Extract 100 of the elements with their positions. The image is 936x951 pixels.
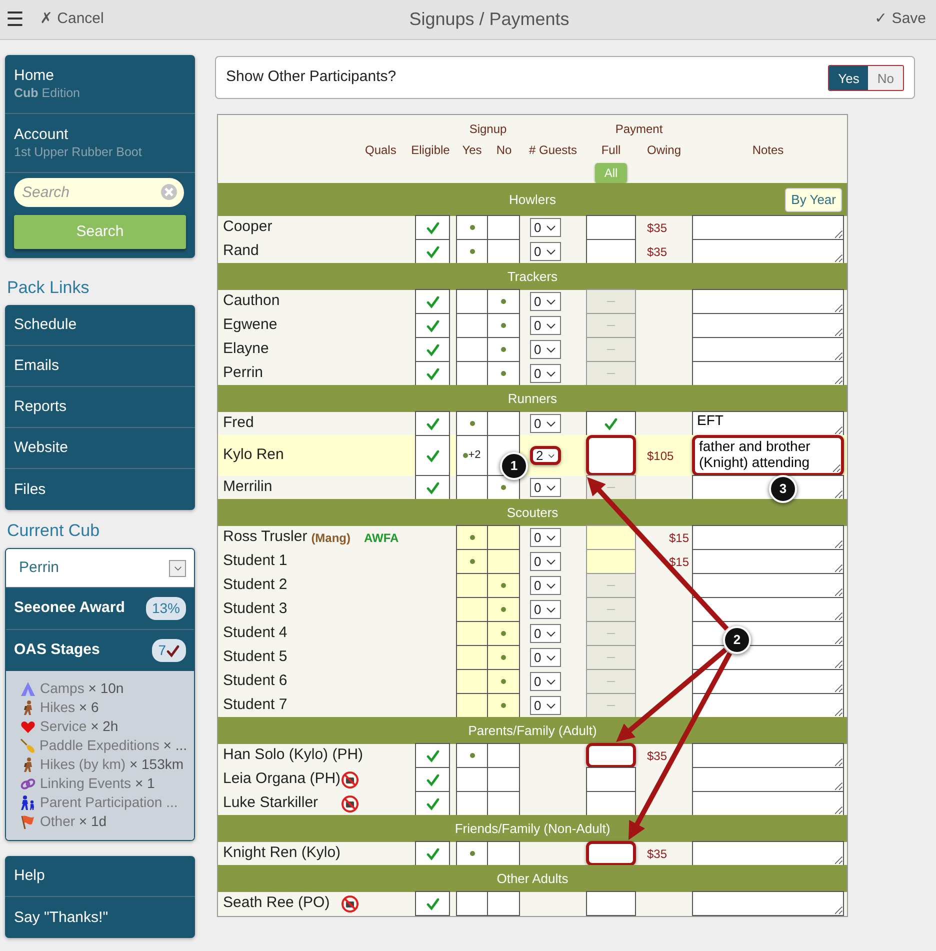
notes-field[interactable]: father and brother (Knight) attending [692, 435, 844, 476]
notes-field[interactable] [692, 337, 844, 362]
signup-cell[interactable] [487, 337, 520, 362]
guests-select[interactable]: 0 [530, 340, 561, 359]
signup-cell[interactable] [456, 289, 488, 314]
payment-cell[interactable] [586, 525, 636, 550]
guests-select[interactable]: 0 [530, 292, 561, 311]
guests-select[interactable]: 0 [530, 624, 561, 643]
menu-item[interactable]: Files [14, 480, 186, 498]
signup-cell[interactable] [456, 891, 488, 916]
signup-cell[interactable] [456, 841, 488, 866]
signup-cell[interactable] [456, 669, 488, 694]
eligible-cell[interactable] [415, 361, 450, 386]
signup-cell[interactable] [456, 743, 488, 768]
guests-select[interactable]: 0 [530, 528, 561, 547]
menu-item[interactable]: Emails [14, 357, 186, 375]
signup-cell[interactable] [456, 313, 488, 338]
notes-field[interactable] [692, 313, 844, 338]
signup-cell[interactable] [487, 411, 520, 436]
signup-cell[interactable] [456, 791, 488, 816]
notes-field[interactable] [692, 525, 844, 550]
notes-field[interactable] [692, 239, 844, 264]
notes-field[interactable] [692, 743, 844, 768]
guests-select[interactable]: 0 [530, 672, 561, 691]
notes-field[interactable] [692, 549, 844, 574]
award-label[interactable]: Seeonee Award [14, 597, 125, 620]
signup-cell[interactable] [487, 791, 520, 816]
signup-cell[interactable] [487, 743, 520, 768]
menu-item[interactable]: Help [14, 867, 186, 885]
signup-cell[interactable] [456, 337, 488, 362]
payment-cell[interactable] [586, 411, 636, 436]
notes-field[interactable] [692, 597, 844, 622]
guests-select[interactable]: 0 [530, 414, 561, 433]
eligible-cell[interactable] [415, 435, 450, 476]
guests-select[interactable]: 2 [530, 446, 561, 465]
payment-cell[interactable] [586, 215, 636, 240]
notes-field[interactable] [692, 289, 844, 314]
notes-field[interactable] [692, 669, 844, 694]
signup-cell[interactable] [456, 767, 488, 792]
signup-cell[interactable] [487, 693, 520, 718]
toggle-option[interactable]: Yes [829, 66, 868, 90]
signup-cell[interactable] [487, 239, 520, 264]
signup-cell[interactable] [456, 693, 488, 718]
signup-cell[interactable] [456, 239, 488, 264]
menu-icon[interactable]: ☰ [6, 4, 32, 34]
save-button[interactable]: ✓ Save [874, 8, 926, 31]
eligible-cell[interactable] [415, 215, 450, 240]
signup-cell[interactable] [456, 411, 488, 436]
payment-cell[interactable] [586, 791, 636, 816]
payment-cell[interactable] [586, 549, 636, 574]
signup-cell[interactable]: +2 [456, 435, 488, 476]
guests-select[interactable]: 0 [530, 478, 561, 497]
notes-field[interactable]: EFT [692, 411, 844, 436]
menu-item[interactable]: Schedule [14, 316, 186, 334]
payment-cell[interactable] [586, 891, 636, 916]
signup-cell[interactable] [487, 573, 520, 598]
signup-cell[interactable] [487, 767, 520, 792]
notes-field[interactable] [692, 841, 844, 866]
payment-cell[interactable] [586, 743, 636, 768]
eligible-cell[interactable] [415, 841, 450, 866]
signup-cell[interactable] [487, 841, 520, 866]
guests-select[interactable]: 0 [530, 552, 561, 571]
eligible-cell[interactable] [415, 475, 450, 500]
payment-cell[interactable] [586, 435, 636, 476]
guests-select[interactable]: 0 [530, 218, 561, 237]
award-label[interactable]: OAS Stages [14, 639, 100, 662]
notes-field[interactable] [692, 767, 844, 792]
guests-select[interactable]: 0 [530, 696, 561, 715]
eligible-cell[interactable] [415, 767, 450, 792]
signup-cell[interactable] [456, 215, 488, 240]
notes-field[interactable] [692, 361, 844, 386]
signup-cell[interactable] [487, 891, 520, 916]
signup-cell[interactable] [456, 573, 488, 598]
signup-cell[interactable] [456, 361, 488, 386]
signup-cell[interactable] [487, 549, 520, 574]
eligible-cell[interactable] [415, 743, 450, 768]
signup-cell[interactable] [487, 215, 520, 240]
signup-cell[interactable] [487, 597, 520, 622]
signup-cell[interactable] [487, 361, 520, 386]
notes-field[interactable] [692, 891, 844, 916]
signup-cell[interactable] [456, 621, 488, 646]
signup-cell[interactable] [456, 525, 488, 550]
signup-cell[interactable] [456, 549, 488, 574]
signup-cell[interactable] [487, 313, 520, 338]
guests-select[interactable]: 0 [530, 648, 561, 667]
eligible-cell[interactable] [415, 337, 450, 362]
guests-select[interactable]: 0 [530, 316, 561, 335]
signup-cell[interactable] [487, 669, 520, 694]
payment-cell[interactable] [586, 841, 636, 866]
eligible-cell[interactable] [415, 791, 450, 816]
notes-field[interactable] [692, 693, 844, 718]
by-year-button[interactable]: By Year [785, 188, 842, 212]
cub-select[interactable]: Perrin [6, 549, 194, 587]
guests-select[interactable]: 0 [530, 364, 561, 383]
guests-select[interactable]: 0 [530, 576, 561, 595]
eligible-cell[interactable] [415, 289, 450, 314]
signup-cell[interactable] [487, 645, 520, 670]
payment-cell[interactable] [586, 767, 636, 792]
eligible-cell[interactable] [415, 313, 450, 338]
signup-cell[interactable] [456, 597, 488, 622]
